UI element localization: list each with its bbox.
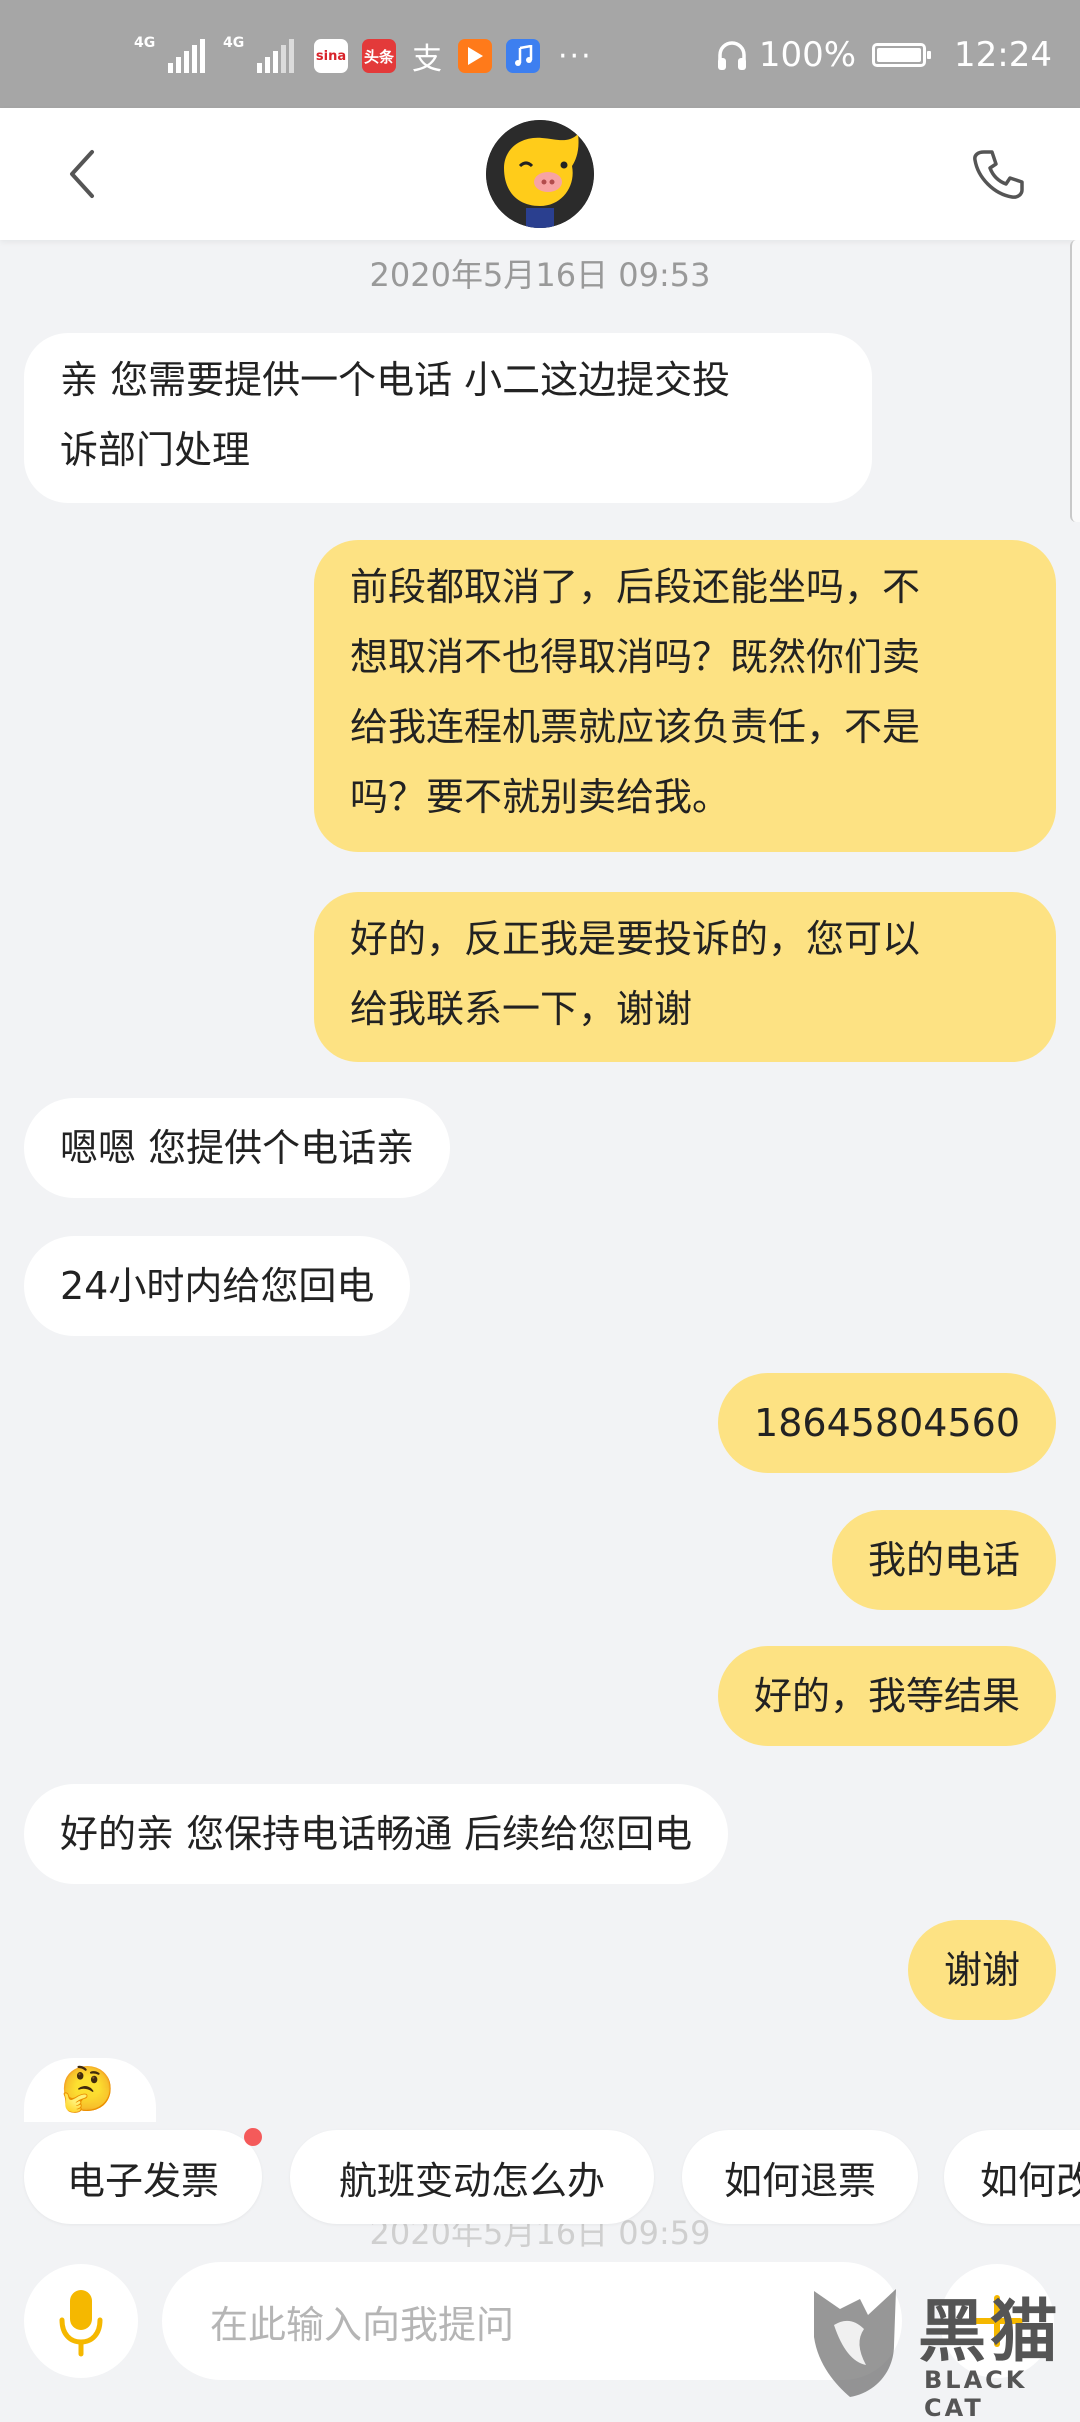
video-app-icon [458,39,492,73]
message-incoming: 好的亲 您保持电话畅通 后续给您回电 [24,1784,729,1884]
message-incoming: 24小时内给您回电 [24,1236,411,1336]
message-line: 好的，反正我是要投诉的，您可以 [350,917,921,961]
microphone-icon [59,2290,103,2357]
message-line: 给我联系一下，谢谢 [350,987,693,1031]
message-incoming: 亲 您需要提供一个电话 小二这边提交投 诉部门处理 [24,333,872,503]
more-notifications-icon: ··· [558,38,593,74]
status-bar: 4G 4G sina 头条 支 ··· 100% 12:24 [0,0,1080,108]
message-incoming-emoji: 🤔 [24,2058,156,2122]
message-outgoing[interactable]: 18645804560 [718,1373,1056,1473]
message-outgoing: 谢谢 [907,1920,1056,2020]
signal-icon-sim1: 4G [134,35,205,73]
toutiao-app-icon: 头条 [362,39,396,73]
phone-icon[interactable] [970,146,1026,202]
message-outgoing: 好的，反正我是要投诉的，您可以 给我联系一下，谢谢 [314,892,1056,1062]
chat-timestamp: 2020年5月16日 09:53 [369,256,711,294]
message-line: 想取消不也得取消吗？既然你们卖 [350,635,921,679]
message-outgoing: 前段都取消了，后段还能坐吗，不 想取消不也得取消吗？既然你们卖 给我连程机票就应… [314,540,1056,852]
message-outgoing: 好的，我等结果 [717,1646,1056,1746]
message-line: 给我连程机票就应该负责任，不是 [350,705,921,749]
message-line: 吗？要不就别卖给我。 [350,775,731,819]
notification-dot [244,2128,262,2146]
avatar[interactable] [486,120,594,228]
quick-replies-bar: 电子发票 航班变动怎么办 如何退票 如何改 [0,2122,1080,2232]
chevron-left-icon[interactable] [58,146,114,202]
status-left: 4G 4G sina 头条 支 ··· [134,35,593,77]
music-app-icon [506,39,540,73]
quick-reply-chip[interactable]: 航班变动怎么办 [290,2130,654,2224]
message-line: 亲 您需要提供一个电话 小二这边提交投 [60,358,731,402]
signal-icon-sim2: 4G [223,35,294,73]
quick-reply-chip[interactable]: 如何改 [944,2130,1080,2224]
battery-percent: 100% [758,35,857,75]
clock: 12:24 [954,35,1052,75]
message-line: 前段都取消了，后段还能坐吗，不 [350,565,921,609]
battery-icon [872,43,932,67]
quick-reply-chip[interactable]: 电子发票 [24,2128,262,2224]
fliggy-mascot-icon [486,120,594,228]
headphone-icon [717,41,746,70]
voice-input-button[interactable] [24,2264,138,2378]
status-right: 100% 12:24 [715,30,1052,80]
quick-reply-chip[interactable]: 如何退票 [682,2130,918,2224]
message-incoming: 嗯嗯 您提供个电话亲 [24,1098,451,1198]
message-line: 诉部门处理 [60,428,251,472]
message-outgoing: 我的电话 [831,1510,1056,1610]
watermark-title: 黑猫 [918,2293,1063,2372]
alipay-app-icon: 支 [412,42,442,77]
question-input[interactable]: 在此输入向我提问 [162,2262,902,2380]
sina-app-icon: sina [314,39,348,73]
watermark-subtitle: BLACK CAT [924,2366,1028,2422]
